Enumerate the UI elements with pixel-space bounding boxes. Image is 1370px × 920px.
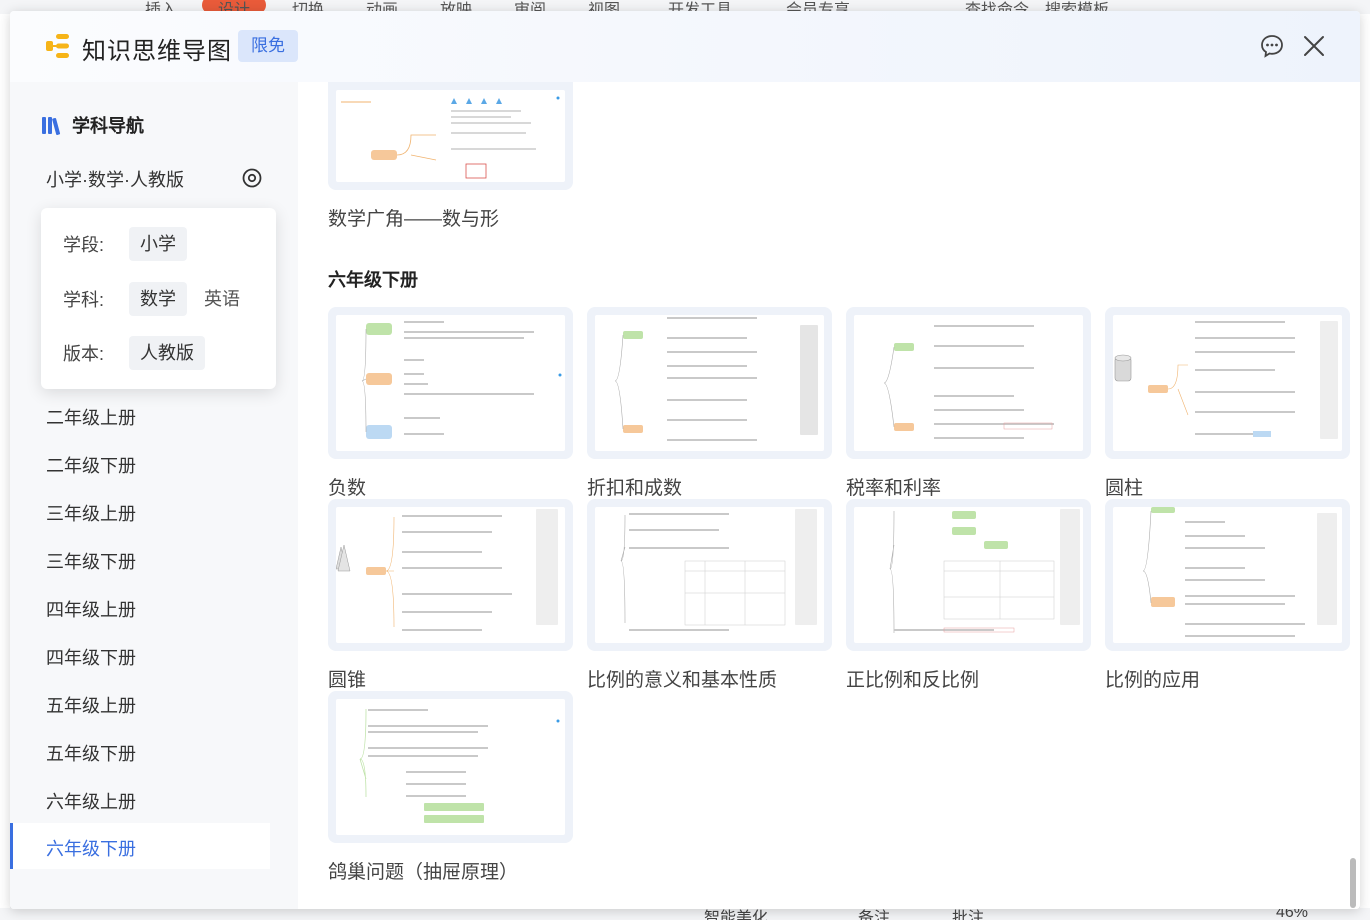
template-title: 圆柱 (1105, 478, 1144, 499)
stage-label: 学段: (63, 235, 105, 255)
dialog-title: 知识思维导图 (82, 38, 232, 65)
template-thumbnail[interactable] (328, 82, 573, 190)
mindmap-preview (595, 315, 824, 451)
template-thumbnail[interactable] (846, 499, 1091, 651)
stage-option-primary[interactable]: 小学 (129, 227, 187, 261)
mindmap-dialog: 知识思维导图 限免 学科导航 小学·数学·人教版 学段: 小学 学科: 数学 英… (10, 11, 1360, 909)
dialog-header: 知识思维导图 限免 (10, 11, 1360, 82)
template-thumbnail[interactable] (328, 307, 573, 459)
active-grade-label: 六年级下册 (46, 839, 136, 859)
mindmap-preview (336, 507, 565, 643)
template-thumbnail[interactable] (587, 307, 832, 459)
template-title: 数学广角——数与形 (328, 209, 500, 230)
grade-item[interactable]: 二年级下册 (46, 452, 136, 478)
template-card[interactable]: 折扣和成数 (587, 307, 832, 500)
background-edge-right (1360, 14, 1370, 908)
subject-path-text: 小学·数学·人教版 (46, 170, 184, 190)
template-card[interactable]: 鸽巢问题（抽屉原理） (328, 691, 573, 884)
mindmap-preview (336, 90, 565, 182)
subject-sidebar: 学科导航 小学·数学·人教版 学段: 小学 学科: 数学 英语 版本: 人教版 (10, 82, 298, 909)
template-title: 比例的应用 (1105, 670, 1201, 691)
template-thumbnail[interactable] (587, 499, 832, 651)
template-title: 比例的意义和基本性质 (587, 670, 778, 691)
template-card[interactable]: 税率和利率 (846, 307, 1091, 500)
template-card[interactable]: 负数 (328, 307, 573, 500)
bg-status-comments: 批注 (952, 910, 985, 920)
mindmap-preview (595, 507, 824, 643)
feedback-icon[interactable] (1259, 33, 1285, 59)
bg-status-zoom: 46% (1276, 908, 1309, 920)
subject-filter-row: 学科: 数学 英语 (63, 282, 251, 316)
template-card[interactable]: 圆柱 (1105, 307, 1350, 500)
subject-nav-title: 学科导航 (72, 116, 144, 136)
grade-item[interactable]: 三年级上册 (46, 500, 136, 526)
subject-filter-popover: 学段: 小学 学科: 数学 英语 版本: 人教版 (41, 208, 276, 389)
template-title: 鸽巢问题（抽屉原理） (328, 862, 519, 883)
edition-option-pep[interactable]: 人教版 (129, 336, 205, 370)
subject-path-selector[interactable]: 小学·数学·人教版 (46, 166, 264, 190)
template-card[interactable]: 正比例和反比例 (846, 499, 1091, 692)
template-title: 折扣和成数 (587, 478, 683, 499)
template-card[interactable]: 比例的应用 (1105, 499, 1350, 692)
template-title: 负数 (328, 478, 367, 499)
template-thumbnail[interactable] (1105, 307, 1350, 459)
grade-item[interactable]: 二年级上册 (46, 404, 136, 430)
template-card[interactable]: 数学广角——数与形 (328, 82, 573, 231)
mindmap-preview (336, 699, 565, 835)
mindmap-preview (1113, 315, 1342, 451)
bg-status-notes: 备注 (858, 910, 891, 920)
background-edge-left (0, 14, 10, 908)
grade-item-active[interactable]: 六年级下册 (10, 823, 270, 869)
mindmap-preview (336, 315, 565, 451)
mindmap-logo-icon (46, 34, 69, 58)
section-title: 六年级下册 (328, 270, 418, 290)
template-thumbnail[interactable] (328, 499, 573, 651)
template-thumbnail[interactable] (1105, 499, 1350, 651)
background-statusbar: 智能美化 备注 批注 46% (0, 908, 1370, 920)
target-settings-icon[interactable] (240, 166, 264, 190)
stage-filter-row: 学段: 小学 (63, 227, 187, 261)
grade-item[interactable]: 六年级上册 (46, 788, 136, 814)
active-indicator (10, 823, 13, 869)
subject-option-math[interactable]: 数学 (129, 282, 187, 316)
subject-label: 学科: (63, 290, 105, 310)
template-card[interactable]: 比例的意义和基本性质 (587, 499, 832, 692)
template-thumbnail[interactable] (846, 307, 1091, 459)
bg-status-beautify: 智能美化 (704, 910, 769, 920)
grade-item[interactable]: 四年级下册 (46, 644, 136, 670)
grade-item[interactable]: 五年级上册 (46, 692, 136, 718)
grade-item[interactable]: 五年级下册 (46, 740, 136, 766)
template-title: 圆锥 (328, 670, 367, 691)
books-icon (42, 117, 61, 135)
template-card[interactable]: 圆锥 (328, 499, 573, 692)
close-icon[interactable] (1301, 33, 1327, 59)
free-badge: 限免 (238, 30, 298, 62)
edition-filter-row: 版本: 人教版 (63, 336, 205, 370)
subject-option-english[interactable]: 英语 (193, 282, 251, 316)
template-title: 正比例和反比例 (846, 670, 980, 691)
mindmap-preview (854, 315, 1083, 451)
grade-item[interactable]: 四年级上册 (46, 596, 136, 622)
subject-nav-header: 学科导航 (42, 112, 144, 138)
template-gallery: 数学广角——数与形 六年级下册 负数 折扣和成数 税率和利率 圆柱 圆锥 比例的… (298, 82, 1360, 909)
mindmap-preview (1113, 507, 1342, 643)
mindmap-preview (854, 507, 1083, 643)
grade-item[interactable]: 三年级下册 (46, 548, 136, 574)
gallery-scrollbar[interactable] (1350, 858, 1356, 908)
edition-label: 版本: (63, 344, 105, 364)
template-title: 税率和利率 (846, 478, 942, 499)
template-thumbnail[interactable] (328, 691, 573, 843)
